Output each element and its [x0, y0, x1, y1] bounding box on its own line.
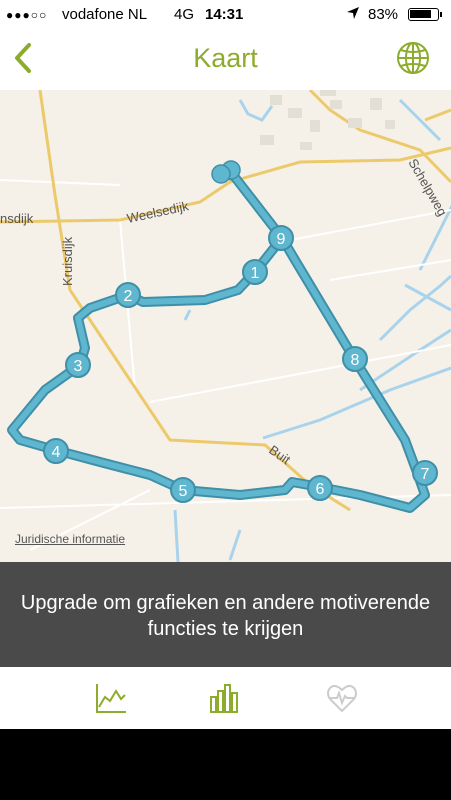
status-bar: ●●●○○ vodafone NL 4G 14:31 83%: [0, 0, 451, 30]
road-label-buit: Buit: [266, 442, 293, 467]
km-marker-label: 5: [179, 483, 188, 500]
location-arrow-icon: [346, 6, 360, 24]
battery-percent: 83%: [368, 6, 399, 23]
legal-link[interactable]: Juridische informatie: [15, 532, 125, 546]
km-marker-label: 1: [251, 265, 260, 282]
upgrade-text: Upgrade om grafieken en andere motiveren…: [20, 592, 431, 640]
navigation-bar: Kaart: [0, 30, 451, 90]
km-marker-label: 7: [421, 466, 430, 483]
map-canvas: nsdijk Weelsedijk Kruisdijk Buit Schelpw…: [0, 90, 451, 562]
signal-strength: ●●●○○: [6, 8, 48, 22]
road-labels: nsdijk Weelsedijk Kruisdijk Buit Schelpw…: [0, 156, 450, 468]
clock: 14:31: [205, 6, 244, 23]
route-line: [9, 171, 428, 511]
tab-line-chart[interactable]: [94, 681, 128, 715]
finish-marker[interactable]: [211, 164, 231, 184]
battery-icon: [408, 8, 442, 21]
bar-chart-icon: [210, 684, 238, 713]
km-marker-label: 6: [316, 481, 325, 498]
battery-fill: [410, 10, 431, 18]
upgrade-banner[interactable]: Upgrade om grafieken en andere motiveren…: [0, 562, 451, 667]
line-chart-icon: [96, 684, 126, 713]
km-marker-label: 2: [124, 288, 133, 305]
carrier-name: vodafone NL: [62, 6, 148, 23]
road-label-weelsedijk: Weelsedijk: [126, 198, 191, 226]
tab-heart-rate[interactable]: [325, 681, 359, 715]
road-label-nsdijk: nsdijk: [0, 211, 34, 226]
km-marker-label: 4: [52, 444, 61, 461]
road-label-schelpweg: Schelpweg: [405, 156, 450, 219]
town-blocks: [260, 90, 395, 150]
page-title: Kaart: [193, 43, 258, 73]
km-marker-label: 3: [74, 358, 83, 375]
tab-bar-chart[interactable]: [208, 681, 242, 715]
bottom-black-area: [0, 729, 451, 800]
road-label-kruisdijk: Kruisdijk: [60, 236, 75, 286]
km-marker-label: 8: [351, 352, 360, 369]
globe-button[interactable]: [395, 40, 431, 76]
tab-bar: [0, 667, 451, 729]
km-marker-label: 9: [277, 231, 286, 248]
heart-rate-icon: [327, 684, 357, 713]
route-map[interactable]: nsdijk Weelsedijk Kruisdijk Buit Schelpw…: [0, 90, 451, 562]
network-type: 4G: [174, 6, 195, 23]
globe-icon: [397, 42, 429, 74]
